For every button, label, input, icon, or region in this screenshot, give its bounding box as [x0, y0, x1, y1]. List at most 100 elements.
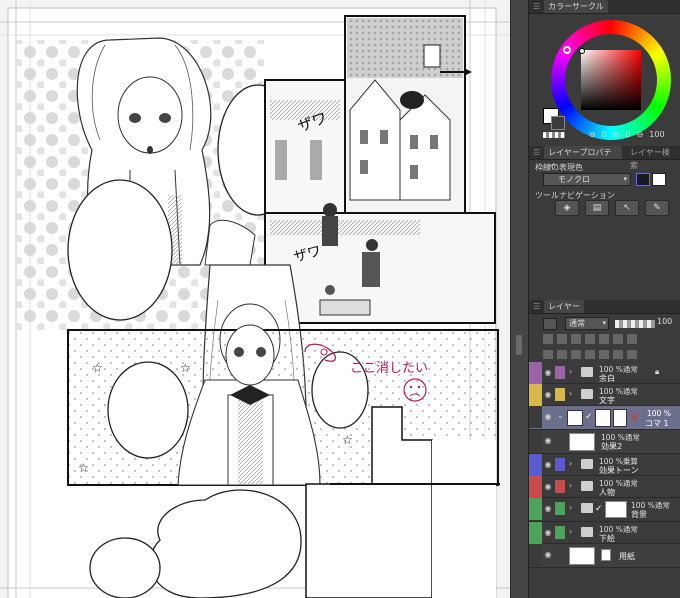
- saturation-value: 0: [625, 130, 631, 139]
- tab-layer-property[interactable]: レイヤープロパティ: [544, 146, 622, 170]
- lock-icon: 🔒︎: [655, 367, 660, 376]
- chevron-right-icon[interactable]: ›: [569, 481, 572, 490]
- folder-icon: [581, 459, 593, 469]
- palette-icon[interactable]: [627, 334, 637, 344]
- chevron-down-icon: ▾: [623, 175, 627, 183]
- expression-color-select[interactable]: モノクロ ▾: [543, 173, 631, 186]
- layer-item-frame-1[interactable]: ◉ ⌄ ✓ ✕ 100 % コマ 1: [529, 406, 680, 430]
- opacity-slider[interactable]: [615, 320, 655, 328]
- eye-icon[interactable]: ◉: [543, 460, 553, 470]
- expression-color-value: モノクロ: [558, 175, 590, 184]
- hsv-readout: ⊖ 0 ⊖ 0 ⊖ 100: [589, 130, 665, 139]
- eye-icon[interactable]: ◉: [543, 528, 553, 538]
- color-cursor[interactable]: [579, 48, 585, 54]
- lock-toggle[interactable]: [555, 388, 565, 401]
- lock-toggle[interactable]: [555, 366, 565, 379]
- color-white-swatch[interactable]: [652, 173, 666, 186]
- eye-icon[interactable]: ◉: [543, 550, 553, 560]
- layer-toolbar-row-2: [543, 350, 637, 359]
- eye-icon[interactable]: ◉: [543, 436, 553, 446]
- chevron-right-icon[interactable]: ›: [569, 389, 572, 398]
- new-raster-icon[interactable]: [543, 350, 553, 359]
- folder-icon: [581, 367, 593, 377]
- layer-item-background[interactable]: ◉ › ✓ 100 %通常 背景: [529, 498, 680, 522]
- transfer-down-icon[interactable]: [585, 350, 595, 359]
- folder-icon: [581, 481, 593, 491]
- layer-property-tab-bar: ☰ レイヤープロパティ レイヤー検索: [529, 146, 680, 170]
- svg-text:☆: ☆: [92, 361, 103, 375]
- eye-icon[interactable]: ◉: [543, 504, 553, 514]
- layer-item-paper[interactable]: ◉ 用紙: [529, 544, 680, 568]
- sub-color-swatch[interactable]: [551, 116, 565, 130]
- pen-button[interactable]: ✎: [645, 200, 669, 216]
- chevron-right-icon[interactable]: ›: [569, 503, 572, 512]
- tab-layer[interactable]: レイヤー: [544, 300, 584, 313]
- layer-item-effect2[interactable]: ◉ 100 %通常 効果2: [529, 430, 680, 454]
- tab-layer-search[interactable]: レイヤー検索: [626, 146, 680, 170]
- lock-toggle[interactable]: [555, 526, 565, 539]
- transparent-color-swatch[interactable]: [543, 132, 565, 138]
- annotation-text: ここ消したい: [350, 361, 428, 376]
- tool-navigation-buttons: ◈ ▤ ↖ ✎: [555, 200, 669, 216]
- manga-canvas[interactable]: ザワ ザワ ☆ ☆ ☆ ☆ ここ消したい: [0, 0, 528, 598]
- chevron-down-icon[interactable]: ⌄: [557, 411, 564, 420]
- layer-name: 用紙: [619, 552, 635, 561]
- draft-icon[interactable]: [571, 334, 581, 344]
- folder-icon: [581, 527, 593, 537]
- lock-toggle[interactable]: [555, 480, 565, 493]
- eye-icon[interactable]: ◉: [543, 412, 553, 422]
- folder-icon: [581, 389, 593, 399]
- border-color-title: 枠線の表現色: [535, 163, 583, 172]
- layer-item-text[interactable]: ◉ › 100 %通常 文字: [529, 384, 680, 406]
- clip-icon[interactable]: [543, 334, 553, 344]
- eye-icon[interactable]: ◉: [543, 368, 553, 378]
- close-icon[interactable]: ✕: [630, 411, 639, 424]
- combine-icon[interactable]: [599, 350, 609, 359]
- panel-splitter[interactable]: [510, 0, 528, 598]
- frame-button[interactable]: ▤: [585, 200, 609, 216]
- layer-list: ◉ › 100 %通常 余白 🔒︎ ◉ › 100 %通常 文字 ◉ ⌄ ✓ ✕…: [529, 362, 680, 568]
- lock-toggle[interactable]: [555, 502, 565, 515]
- svg-text:☆: ☆: [78, 461, 89, 475]
- hue-ring[interactable]: [551, 20, 671, 140]
- svg-text:☆: ☆: [180, 361, 191, 375]
- chevron-right-icon[interactable]: ›: [569, 367, 572, 376]
- layer-name: コマ 1: [645, 419, 669, 428]
- layer-name: 背景: [631, 510, 647, 519]
- saturation-value-square[interactable]: [581, 50, 641, 110]
- ruler-icon[interactable]: [613, 334, 623, 344]
- layer-item-effect-tone[interactable]: ◉ › 100 %乗算 効果トーン: [529, 454, 680, 476]
- layer-color-button[interactable]: [543, 318, 557, 330]
- chevron-right-icon[interactable]: ›: [569, 459, 572, 468]
- mask-thumbnail: [613, 409, 627, 427]
- mask-add-icon[interactable]: [613, 350, 623, 359]
- eye-icon[interactable]: ◉: [543, 390, 553, 400]
- eye-icon[interactable]: ◉: [543, 482, 553, 492]
- layer-name: 余白: [599, 374, 615, 383]
- mask-icon[interactable]: [599, 334, 609, 344]
- tab-color-wheel[interactable]: カラーサークル: [544, 0, 608, 13]
- layer-item-margin[interactable]: ◉ › 100 %通常 余白 🔒︎: [529, 362, 680, 384]
- trash-icon[interactable]: [627, 350, 637, 359]
- manga-page-artwork: ザワ ザワ ☆ ☆ ☆ ☆ ここ消したい: [0, 0, 528, 598]
- layer-item-sketch[interactable]: ◉ › 100 %通常 下絵: [529, 522, 680, 544]
- select-all-button[interactable]: ◈: [555, 200, 579, 216]
- lock-icon[interactable]: [585, 334, 595, 344]
- object-button[interactable]: ↖: [615, 200, 639, 216]
- layer-color-bar: [529, 544, 542, 566]
- layer-thumbnail: [605, 501, 627, 518]
- new-vector-icon[interactable]: [557, 350, 567, 359]
- new-folder-icon[interactable]: [571, 350, 581, 359]
- color-black-swatch[interactable]: [636, 173, 650, 186]
- lock-toggle[interactable]: [555, 458, 565, 471]
- layer-thumbnail: [595, 409, 611, 427]
- hue-cursor[interactable]: [563, 46, 571, 54]
- layer-name: 人物: [599, 488, 615, 497]
- chevron-down-icon: ▾: [602, 319, 606, 327]
- reference-icon[interactable]: [557, 334, 567, 344]
- layer-item-person[interactable]: ◉ › 100 %通常 人物: [529, 476, 680, 498]
- blend-mode-select[interactable]: 通常 ▾: [565, 317, 609, 330]
- chevron-right-icon[interactable]: ›: [569, 527, 572, 536]
- color-wheel-tab-bar: ☰ カラーサークル: [529, 0, 680, 14]
- layer-name: 効果2: [601, 442, 623, 451]
